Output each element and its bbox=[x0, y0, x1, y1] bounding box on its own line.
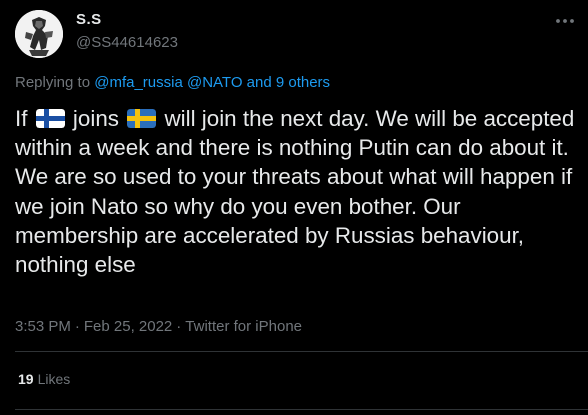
reply-context: Replying to @mfa_russia @NATO and 9 othe… bbox=[15, 74, 330, 91]
likes-stat[interactable]: 19 Likes bbox=[18, 371, 70, 387]
tweet-paragraph-2: We are so used to your threats about wha… bbox=[15, 164, 573, 278]
reply-prefix: Replying to bbox=[15, 74, 91, 91]
meta-separator: · bbox=[74, 318, 80, 335]
divider bbox=[15, 351, 588, 352]
more-options-icon bbox=[556, 19, 574, 23]
likes-label: Likes bbox=[37, 371, 71, 387]
tweet-time[interactable]: 3:53 PM bbox=[15, 318, 71, 335]
tweet-text-joins: joins bbox=[72, 106, 119, 131]
more-options-button[interactable] bbox=[554, 14, 576, 28]
avatar[interactable] bbox=[15, 10, 63, 58]
tweet-source[interactable]: Twitter for iPhone bbox=[185, 318, 302, 335]
avatar-figure-icon bbox=[15, 10, 63, 58]
meta-separator: · bbox=[176, 318, 182, 335]
divider bbox=[15, 409, 588, 410]
sweden-flag-icon bbox=[127, 109, 157, 128]
display-name[interactable]: S.S bbox=[76, 11, 102, 28]
tweet-text: If joins will join the next day. We will… bbox=[15, 104, 580, 279]
likes-count: 19 bbox=[18, 371, 34, 387]
tweet-text-lead: If bbox=[15, 106, 28, 131]
tweet-meta: 3:53 PM · Feb 25, 2022 · Twitter for iPhone bbox=[15, 318, 302, 335]
finland-flag-icon bbox=[35, 109, 65, 128]
tweet-detail: S.S @SS44614623 Replying to @mfa_russia … bbox=[0, 0, 588, 415]
reply-mentions-link[interactable]: @mfa_russia @NATO and 9 others bbox=[94, 74, 330, 91]
tweet-paragraph: If joins will join the next day. We will… bbox=[15, 104, 580, 162]
user-handle[interactable]: @SS44614623 bbox=[76, 34, 178, 51]
tweet-date[interactable]: Feb 25, 2022 bbox=[84, 318, 172, 335]
